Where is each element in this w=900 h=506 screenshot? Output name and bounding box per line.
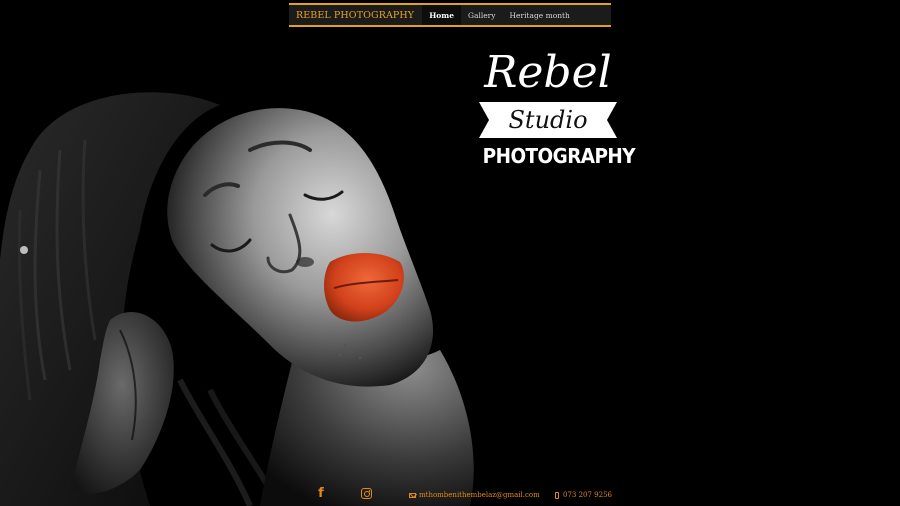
logo-rebel-text: Rebel [484,47,612,98]
email-link[interactable]: mthombenithembelaz@gmail.com [409,491,540,499]
nav-item-heritage-month[interactable]: Heritage month [503,5,577,25]
instagram-icon[interactable] [361,488,372,499]
facebook-icon[interactable]: f [315,486,327,502]
brand-link[interactable]: REBEL PHOTOGRAPHY [289,10,422,21]
studio-logo: Rebel Studio PHOTOGRAPHY [477,47,636,172]
navbar: REBEL PHOTOGRAPHY Home Gallery Heritage … [289,3,611,27]
page: REBEL PHOTOGRAPHY Home Gallery Heritage … [0,0,900,506]
footer: f mthombenithembelaz@gmail.com 073 207 9… [0,486,900,506]
envelope-icon [409,492,416,498]
email-address: mthombenithembelaz@gmail.com [419,491,540,499]
nav-item-gallery[interactable]: Gallery [461,5,503,25]
logo-photography-text: PHOTOGRAPHY [482,144,636,168]
phone-number: 073 207 9256 [563,491,612,499]
mobile-phone-icon [555,491,559,499]
nav-item-home[interactable]: Home [422,5,461,25]
phone-link[interactable]: 073 207 9256 [555,491,612,499]
hero-portrait-image [0,92,474,506]
logo-studio-text: Studio [508,106,588,134]
